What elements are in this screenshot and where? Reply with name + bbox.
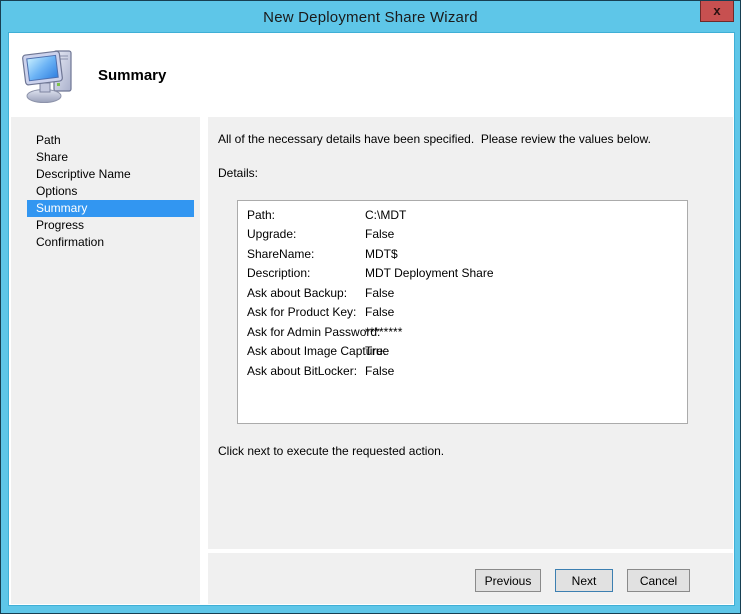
detail-value: False xyxy=(365,285,395,300)
computer-icon xyxy=(19,45,79,105)
details-panel: Path: C:\MDT Upgrade: False ShareName: M… xyxy=(237,200,688,424)
detail-label: Ask for Admin Password: xyxy=(247,324,381,339)
detail-row-ask-backup: Ask about Backup: False xyxy=(238,283,687,303)
detail-label: ShareName: xyxy=(247,246,315,261)
cancel-button[interactable]: Cancel xyxy=(627,569,690,592)
sidebar-item-confirmation[interactable]: Confirmation xyxy=(27,234,194,251)
details-label: Details: xyxy=(218,166,259,180)
wizard-window: New Deployment Share Wizard x Summary Pa… xyxy=(0,0,741,614)
detail-value: False xyxy=(365,227,395,242)
detail-row-product-key: Ask for Product Key: False xyxy=(238,303,687,323)
page-title: Summary xyxy=(98,66,167,84)
detail-row-bitlocker: Ask about BitLocker: False xyxy=(238,361,687,381)
detail-row-sharename: ShareName: MDT$ xyxy=(238,244,687,264)
close-icon: x xyxy=(713,3,721,18)
instruction-text: All of the necessary details have been s… xyxy=(218,132,651,146)
detail-value: ******** xyxy=(365,324,403,339)
detail-value: C:\MDT xyxy=(365,207,407,222)
main-panel: All of the necessary details have been s… xyxy=(208,117,733,549)
detail-value: MDT Deployment Share xyxy=(365,266,494,281)
detail-label: Ask about BitLocker: xyxy=(247,363,358,378)
previous-button[interactable]: Previous xyxy=(475,569,541,592)
detail-label: Description: xyxy=(247,266,311,281)
detail-value: MDT$ xyxy=(365,246,398,261)
detail-row-upgrade: Upgrade: False xyxy=(238,225,687,245)
sidebar-item-descriptive-name[interactable]: Descriptive Name xyxy=(27,166,194,183)
detail-row-admin-password: Ask for Admin Password: ******** xyxy=(238,322,687,342)
sidebar-item-progress[interactable]: Progress xyxy=(27,217,194,234)
sidebar-item-path[interactable]: Path xyxy=(27,132,194,149)
titlebar: New Deployment Share Wizard xyxy=(1,1,740,33)
detail-label: Ask for Product Key: xyxy=(247,305,357,320)
detail-row-image-capture: Ask about Image Capture: True xyxy=(238,342,687,362)
sidebar-item-options[interactable]: Options xyxy=(27,183,194,200)
button-bar: Previous Next Cancel xyxy=(208,553,733,604)
sidebar: Path Share Descriptive Name Options Summ… xyxy=(11,117,200,604)
wizard-header: Summary xyxy=(9,33,734,117)
detail-value: True xyxy=(365,344,390,359)
footer-note: Click next to execute the requested acti… xyxy=(218,444,445,458)
close-button[interactable]: x xyxy=(700,1,734,22)
detail-value: False xyxy=(365,305,395,320)
detail-row-description: Description: MDT Deployment Share xyxy=(238,264,687,284)
detail-row-path: Path: C:\MDT xyxy=(238,205,687,225)
next-button[interactable]: Next xyxy=(555,569,613,592)
window-title: New Deployment Share Wizard xyxy=(263,8,478,26)
client-area: Summary Path Share Descriptive Name Opti… xyxy=(9,33,734,605)
detail-label: Path: xyxy=(247,207,276,222)
sidebar-item-summary[interactable]: Summary xyxy=(27,200,194,217)
detail-value: False xyxy=(365,363,395,378)
detail-label: Upgrade: xyxy=(247,227,297,242)
detail-label: Ask about Image Capture: xyxy=(247,344,387,359)
detail-label: Ask about Backup: xyxy=(247,285,348,300)
sidebar-item-share[interactable]: Share xyxy=(27,149,194,166)
